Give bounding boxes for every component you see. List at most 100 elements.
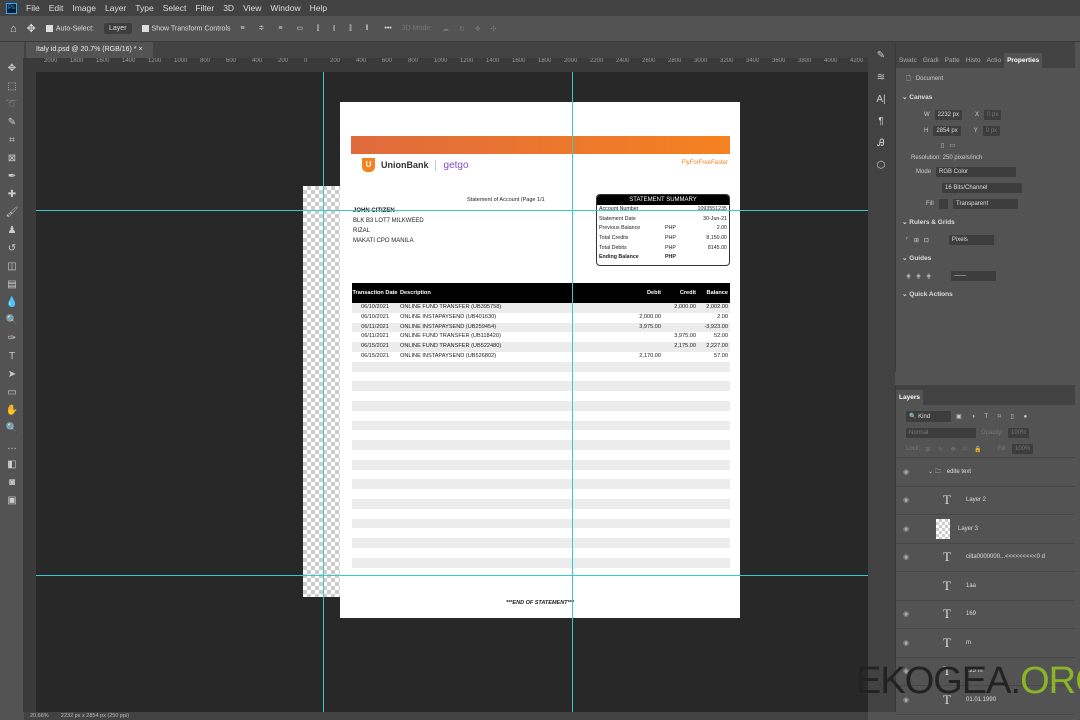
paragraph-icon[interactable]: ¶: [874, 116, 888, 130]
menu-select[interactable]: Select: [163, 3, 187, 13]
stamp-tool-icon[interactable]: ♟: [5, 224, 19, 238]
menu-edit[interactable]: Edit: [49, 3, 64, 13]
fill-swatch[interactable]: [938, 199, 949, 209]
guides-icon[interactable]: ⋕: [906, 273, 911, 280]
guide-from-shape-icon[interactable]: ⋕: [926, 273, 931, 280]
y-input[interactable]: 0 px: [982, 126, 1001, 136]
healing-brush-icon[interactable]: ✚: [5, 188, 19, 202]
menu-file[interactable]: File: [26, 3, 40, 13]
tab-history[interactable]: Histo: [963, 53, 984, 68]
layer-row[interactable]: ◉ Tm: [896, 629, 1075, 658]
grid-icon[interactable]: ⊞: [914, 237, 919, 244]
visibility-eye-icon[interactable]: ◉: [896, 553, 916, 561]
menu-filter[interactable]: Filter: [195, 3, 214, 13]
align-icons[interactable]: ≡ ≑ ≡ ▭ ⫿ ⫾ ⫿ ‖: [241, 24, 375, 33]
brush-settings-icon[interactable]: ✎: [874, 50, 888, 64]
kind-filter[interactable]: 🔍 Kind: [906, 411, 951, 422]
frame-tool-icon[interactable]: ⊠: [5, 152, 19, 166]
landscape-icon[interactable]: ▭: [949, 142, 955, 149]
menu-window[interactable]: Window: [270, 3, 300, 13]
quick-actions-section[interactable]: ⌄ Quick Actions: [896, 284, 1075, 304]
zoom-level[interactable]: 20.66%: [30, 713, 49, 719]
menu-layer[interactable]: Layer: [105, 3, 126, 13]
close-icon[interactable]: ×: [138, 46, 142, 53]
type-tool-icon[interactable]: T: [5, 350, 19, 364]
3d-tools-icons[interactable]: ☁ ↻ ✥ ✣: [442, 25, 500, 33]
menu-3d[interactable]: 3D: [223, 3, 234, 13]
document-tab[interactable]: Italy id.psd @ 20.7% (RGB/16) * ×: [26, 42, 153, 58]
layer-dropdown[interactable]: Layer: [104, 23, 132, 34]
color-swatches-icon[interactable]: ◧: [5, 458, 19, 472]
canvas-section[interactable]: ⌄ Canvas: [896, 87, 1075, 107]
blur-icon[interactable]: 💧: [5, 296, 19, 310]
mode-dropdown[interactable]: RGB Color: [936, 167, 1017, 177]
home-icon[interactable]: ⌂: [10, 23, 17, 35]
portrait-icon[interactable]: ▯: [941, 142, 944, 149]
3d-icon[interactable]: ⬡: [874, 160, 888, 174]
width-input[interactable]: 2232 px: [934, 110, 963, 120]
layer-row[interactable]: ◉ T Layer 2: [896, 487, 1075, 515]
marquee-tool-icon[interactable]: ⬚: [5, 80, 19, 94]
menu-type[interactable]: Type: [135, 3, 153, 13]
document-page[interactable]: U UnionBank getgo FlyForFreeFaster State…: [340, 102, 740, 618]
layer-row[interactable]: T 1aa: [896, 572, 1075, 601]
visibility-eye-icon[interactable]: ◉: [896, 496, 916, 504]
hand-tool-icon[interactable]: ✋: [5, 404, 19, 418]
opacity-input[interactable]: 100%: [1008, 428, 1030, 438]
brush-tool-icon[interactable]: 🖌: [5, 206, 19, 220]
zoom-tool-icon[interactable]: 🔍: [5, 422, 19, 436]
more-icon[interactable]: •••: [384, 25, 391, 32]
quick-select-icon[interactable]: ✎: [5, 116, 19, 130]
guides-section[interactable]: ⌄ Guides: [896, 248, 1075, 268]
tab-gradients[interactable]: Gradi: [920, 53, 942, 68]
glyphs-icon[interactable]: Ꭿ: [874, 138, 888, 152]
tab-layers[interactable]: Layers: [896, 390, 923, 405]
filter-icons[interactable]: ▣ ◑ T ⌑ ▯ ●: [956, 413, 1031, 420]
guide-horizontal[interactable]: [36, 575, 868, 576]
more-tools-icon[interactable]: …: [5, 440, 19, 454]
move-tool-icon[interactable]: ✥: [5, 62, 19, 76]
auto-select-checkbox[interactable]: Auto-Select:: [45, 24, 94, 32]
guide-vertical[interactable]: [323, 72, 324, 712]
layer-row[interactable]: ◉ T 169: [896, 601, 1075, 629]
tab-swatches[interactable]: Swatc: [896, 53, 920, 68]
eyedropper-icon[interactable]: ✒: [5, 170, 19, 184]
units-dropdown[interactable]: Pixels: [948, 235, 994, 245]
visibility-eye-icon[interactable]: ◉: [896, 525, 916, 533]
fill-dropdown[interactable]: Transparent: [953, 199, 1019, 209]
guide-style-dropdown[interactable]: ——: [951, 271, 997, 281]
quick-mask-icon[interactable]: ◙: [5, 476, 19, 490]
eraser-icon[interactable]: ◫: [5, 260, 19, 274]
layer-row[interactable]: ◉ ⌄ 🗀 edite text: [896, 458, 1075, 487]
vertical-ruler[interactable]: [24, 72, 36, 712]
height-input[interactable]: 2854 px: [933, 126, 961, 136]
crop-tool-icon[interactable]: ⌗: [5, 134, 19, 148]
bit-depth-dropdown[interactable]: 16 Bits/Channel: [942, 183, 1022, 193]
brushes-icon[interactable]: ≋: [874, 72, 888, 86]
screen-mode-icon[interactable]: ▣: [5, 494, 19, 508]
lasso-tool-icon[interactable]: ➰: [5, 98, 19, 112]
path-select-icon[interactable]: ➤: [5, 368, 19, 382]
lock-icons[interactable]: ⊠ ✎ ✥ ⌑ 🔒: [925, 446, 984, 453]
rulers-icon[interactable]: ⌜: [906, 237, 909, 244]
fill-input[interactable]: 100%: [1012, 444, 1034, 454]
guide-horizontal[interactable]: [36, 210, 868, 211]
character-icon[interactable]: A|: [874, 94, 888, 108]
canvas-area[interactable]: U UnionBank getgo FlyForFreeFaster State…: [36, 72, 868, 712]
layer-row[interactable]: ◉ Layer 3: [896, 515, 1075, 544]
history-brush-icon[interactable]: ↺: [5, 242, 19, 256]
visibility-eye-icon[interactable]: ◉: [896, 610, 916, 618]
visibility-eye-icon[interactable]: ◉: [896, 468, 916, 476]
tab-properties[interactable]: Properties: [1004, 53, 1043, 68]
menu-help[interactable]: Help: [310, 3, 327, 13]
tab-actions[interactable]: Actio: [984, 53, 1004, 68]
layer-row[interactable]: ◉ Tcilta0000000...<<<<<<<<<0 d: [896, 544, 1075, 572]
rulers-grids-section[interactable]: ⌄ Rulers & Grids: [896, 212, 1075, 232]
menu-image[interactable]: Image: [72, 3, 96, 13]
pen-tool-icon[interactable]: ✑: [5, 332, 19, 346]
guide-vertical[interactable]: [572, 72, 573, 712]
gradient-icon[interactable]: ▤: [5, 278, 19, 292]
guide-layout-icon[interactable]: ⋕: [916, 273, 921, 280]
dodge-icon[interactable]: 🔍: [5, 314, 19, 328]
visibility-eye-icon[interactable]: ◉: [896, 639, 916, 647]
